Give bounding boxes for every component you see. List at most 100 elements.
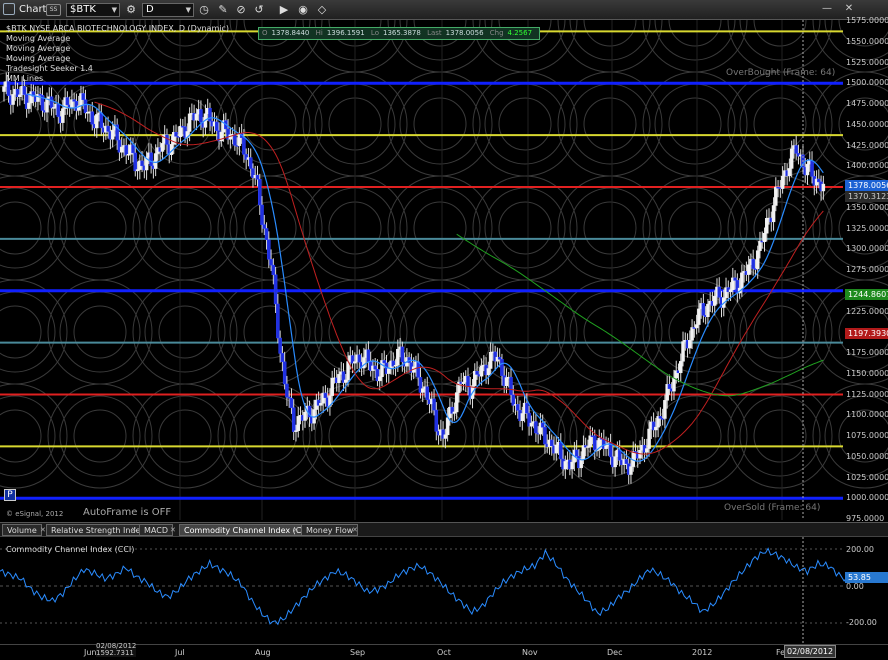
candle-body	[278, 337, 282, 354]
month-label: Jul	[175, 648, 185, 657]
slow-moving-average	[456, 233, 824, 397]
price-tick: 1550.0000	[846, 36, 888, 46]
candle-body	[387, 368, 391, 374]
legend-item[interactable]: $BTK NYSE ARCA BIOTECHNOLOGY INDEX, D (D…	[6, 24, 229, 34]
candle-body	[49, 96, 54, 109]
candle-body	[504, 377, 509, 387]
window-title: Chart	[19, 4, 47, 15]
candle-body	[72, 99, 76, 102]
play-icon[interactable]: ▶	[277, 3, 291, 17]
tab-macd[interactable]: MACD	[139, 524, 173, 536]
candle-body	[563, 461, 568, 470]
close-icon[interactable]: ✕	[170, 526, 176, 534]
candle-body	[688, 340, 692, 349]
tab-volume[interactable]: Volume	[2, 524, 42, 536]
candle-body	[821, 183, 826, 192]
price-tick: 1225.0000	[846, 306, 888, 316]
candle-body	[273, 274, 278, 305]
candle-body	[794, 145, 798, 154]
candle-body	[27, 102, 31, 109]
legend-item[interactable]: Moving Average	[6, 34, 229, 44]
overbought-label: OverBought (Frame: 64)	[726, 68, 836, 78]
recorder-icon[interactable]: ◉	[296, 3, 310, 17]
grid-circle	[399, 395, 481, 477]
close-icon[interactable]: ✕	[293, 526, 299, 534]
legend-item[interactable]: Tradesight Seeker 1.4	[6, 64, 229, 74]
price-tick: 1050.0000	[846, 451, 888, 461]
p-badge[interactable]: P	[4, 489, 16, 501]
grid-circle	[217, 279, 323, 385]
candle-body	[805, 163, 810, 176]
grid-circle	[132, 175, 238, 281]
grid-circle	[472, 71, 578, 177]
grid-circle	[0, 187, 56, 269]
candle-body	[454, 392, 459, 413]
price-tick: 1175.0000	[846, 348, 888, 357]
candle-body	[445, 417, 450, 436]
grid-circle	[557, 279, 663, 385]
candle-body	[771, 205, 776, 223]
indicator-tabs: Volume ✕ Relative Strength Index ✕ MACD …	[0, 522, 888, 537]
eraser-icon[interactable]: ◇	[315, 3, 329, 17]
interval-input[interactable]: D ▼	[142, 3, 194, 17]
compass-icon[interactable]: ⊘	[234, 3, 248, 17]
month-label: Nov	[522, 648, 538, 657]
price-tick: 1075.0000	[846, 431, 888, 440]
grid-circle	[739, 291, 821, 373]
candle-body	[697, 308, 701, 325]
chevron-down-icon[interactable]: ▼	[112, 4, 117, 16]
candle-body	[242, 137, 246, 155]
candle-body	[529, 422, 534, 427]
candle-body	[581, 445, 586, 460]
candle-body	[667, 384, 672, 389]
grid-circle	[583, 201, 637, 255]
grid-circle	[498, 201, 552, 255]
grid-circle	[583, 305, 637, 359]
candle-body	[733, 277, 737, 281]
candle-body	[65, 97, 70, 106]
candle-body	[119, 146, 124, 153]
chevron-down-icon[interactable]: ▼	[186, 4, 191, 16]
tab-money-flow[interactable]: Money Flow	[301, 524, 359, 536]
legend-item[interactable]: Moving Average	[6, 44, 229, 54]
symbol-input[interactable]: $BTK ▼	[66, 3, 120, 17]
candle-body	[780, 175, 785, 189]
month-label: Dec	[607, 648, 623, 657]
candle-body	[488, 352, 493, 369]
grid-circle	[727, 279, 833, 385]
candle-body	[22, 86, 27, 95]
undo-icon[interactable]: ↺	[252, 3, 266, 17]
candle-body	[160, 143, 165, 152]
close-icon[interactable]: ✕	[352, 526, 358, 534]
cursor-date-box: 02/08/2012	[784, 645, 837, 658]
pencil-icon[interactable]: ✎	[216, 3, 230, 17]
close-icon[interactable]: ✕	[131, 526, 137, 534]
grid-circle	[59, 395, 141, 477]
link-badge[interactable]: SS	[46, 4, 61, 16]
candle-body	[443, 434, 448, 439]
candle-body	[208, 107, 212, 122]
candle-body	[497, 356, 502, 360]
candle-body	[690, 327, 694, 341]
legend-item[interactable]: MM Lines	[6, 74, 229, 84]
legend-item[interactable]: Moving Average	[6, 54, 229, 64]
candle-body	[357, 354, 362, 363]
change-label: Chg	[489, 29, 504, 37]
oversold-label: OverSold (Frame: 64)	[724, 503, 821, 513]
candle-body	[215, 121, 219, 131]
price-tick: 1275.0000	[846, 265, 888, 274]
candle-body	[296, 416, 300, 431]
green-level-box: 1244.8607	[845, 289, 888, 300]
window-close-button[interactable]: ✕	[842, 2, 856, 16]
window-min-button[interactable]: —	[820, 2, 834, 16]
close-icon[interactable]: ✕	[40, 526, 46, 534]
candle-body	[337, 374, 341, 383]
price-chart[interactable]	[0, 20, 888, 520]
last-price-box: 1378.0056	[845, 180, 888, 191]
candle-body	[755, 250, 760, 270]
candle-body	[534, 421, 538, 434]
clock-icon[interactable]: ◷	[197, 3, 211, 17]
gear-icon[interactable]: ⚙	[124, 3, 138, 17]
candle-body	[81, 93, 85, 100]
candle-body	[694, 324, 699, 329]
